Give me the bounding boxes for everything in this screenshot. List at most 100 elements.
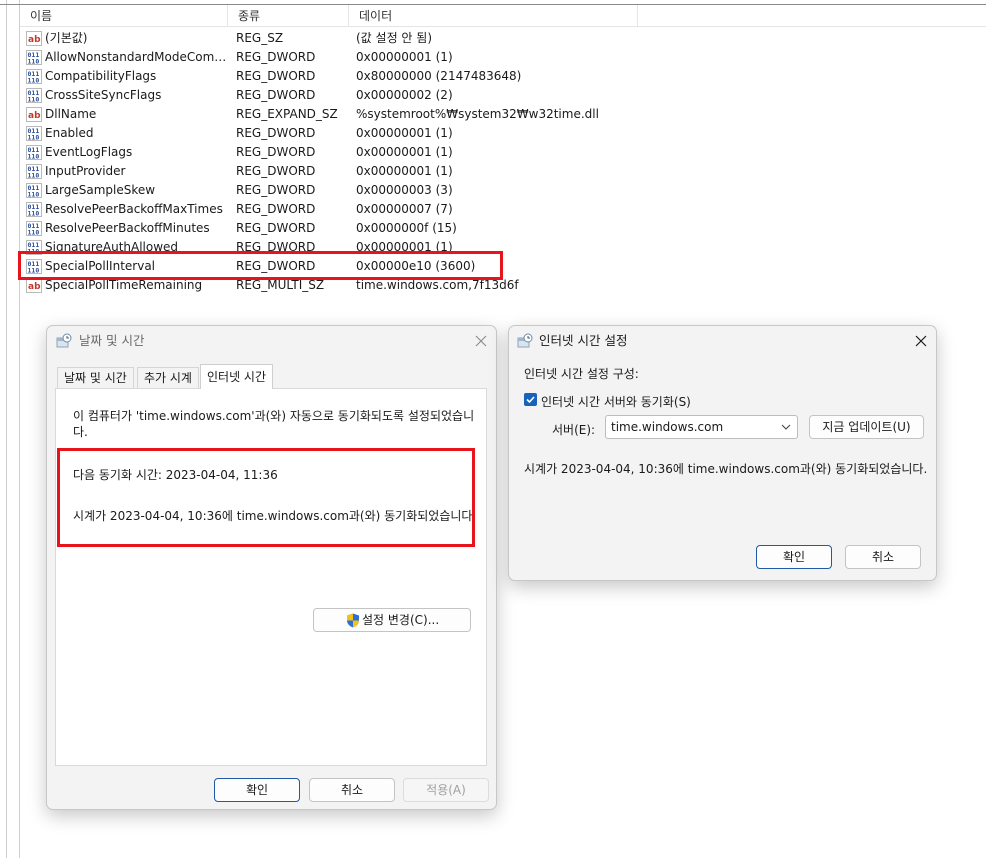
binary-value-icon: 011 110 xyxy=(26,183,42,199)
internet-time-settings-dialog: 인터넷 시간 설정 인터넷 시간 설정 구성: 인터넷 시간 서버와 동기화(S… xyxy=(508,325,937,581)
close-icon[interactable] xyxy=(912,332,930,350)
value-name: ResolvePeerBackoffMinutes xyxy=(45,221,210,235)
sync-checkbox-label[interactable]: 인터넷 시간 서버와 동기화(S) xyxy=(541,393,691,410)
binary-value-icon: 011 110 xyxy=(26,69,42,85)
value-data: 0x00000001 (1) xyxy=(356,126,453,140)
value-type: REG_DWORD xyxy=(236,183,316,197)
svg-text:ab: ab xyxy=(28,111,41,121)
internet-time-titlebar[interactable]: 인터넷 시간 설정 xyxy=(509,326,936,356)
column-header-name[interactable]: 이름 xyxy=(20,5,228,27)
close-icon[interactable] xyxy=(472,332,490,350)
value-type: REG_DWORD xyxy=(236,88,316,102)
tree-pane-edge xyxy=(0,0,20,858)
value-type: REG_DWORD xyxy=(236,69,316,83)
binary-value-icon: 011 110 xyxy=(26,145,42,161)
registry-row[interactable]: 011 110 ResolvePeerBackoffMinutes REG_DWORD… xyxy=(26,219,726,238)
value-data: 0x00000002 (2) xyxy=(356,88,453,102)
splitter[interactable] xyxy=(19,0,20,858)
svg-text:ab: ab xyxy=(28,282,41,292)
binary-value-icon: 011 110 xyxy=(26,164,42,180)
svg-text:110: 110 xyxy=(28,134,40,142)
value-name: EventLogFlags xyxy=(45,145,133,159)
svg-text:110: 110 xyxy=(28,153,40,161)
registry-row[interactable]: ab DllName REG_EXPAND_SZ %systemroot%₩syste… xyxy=(26,105,726,124)
value-name: AllowNonstandardModeCombin... xyxy=(45,50,233,64)
date-time-title: 날짜 및 시간 xyxy=(79,333,145,348)
binary-value-icon: 011 110 xyxy=(26,50,42,66)
chevron-down-icon[interactable] xyxy=(781,423,791,431)
tab-internet-time[interactable]: 인터넷 시간 xyxy=(200,364,274,389)
registry-list-header: 이름 종류 데이터 xyxy=(20,5,986,27)
column-header-data[interactable]: 데이터 xyxy=(349,5,638,27)
internet-time-panel: 이 컴퓨터가 'time.windows.com'과(와) 자동으로 동기화되도… xyxy=(55,388,487,766)
string-value-icon: ab xyxy=(26,107,42,122)
svg-text:110: 110 xyxy=(28,229,40,237)
value-name: InputProvider xyxy=(45,164,126,178)
sync-configured-message: 이 컴퓨터가 'time.windows.com'과(와) 자동으로 동기화되도… xyxy=(73,409,475,439)
value-name: DllName xyxy=(45,107,97,121)
tab-additional-clocks[interactable]: 추가 시계 xyxy=(137,367,199,388)
internet-time-title: 인터넷 시간 설정 xyxy=(539,333,628,348)
value-data: (값 설정 안 됨) xyxy=(356,31,433,45)
value-type: REG_DWORD xyxy=(236,164,316,178)
sync-checkbox[interactable] xyxy=(524,393,537,406)
value-type: REG_DWORD xyxy=(236,50,316,64)
cancel-button[interactable]: 취소 xyxy=(309,778,395,802)
registry-row[interactable]: 011 110 CompatibilityFlags REG_DWORD 0x80000… xyxy=(26,67,726,86)
uac-shield-icon xyxy=(347,613,359,628)
date-time-control-panel-icon xyxy=(56,333,72,348)
registry-row[interactable]: 011 110 InputProvider REG_DWORD 0x00000001 (… xyxy=(26,162,726,181)
highlight-box-sync-info xyxy=(57,448,475,547)
svg-text:110: 110 xyxy=(28,210,40,218)
svg-text:110: 110 xyxy=(28,58,40,66)
value-name: Enabled xyxy=(45,126,94,140)
update-now-button[interactable]: 지금 업데이트(U) xyxy=(809,415,924,439)
registry-row[interactable]: 011 110 CrossSiteSyncFlags REG_DWORD 0x00000… xyxy=(26,86,726,105)
column-header-type[interactable]: 종류 xyxy=(228,5,349,27)
svg-text:110: 110 xyxy=(28,172,40,180)
registry-row[interactable]: ab (기본값) REG_SZ (값 설정 안 됨) xyxy=(26,29,726,48)
svg-text:110: 110 xyxy=(28,77,40,85)
value-name: CompatibilityFlags xyxy=(45,69,157,83)
binary-value-icon: 011 110 xyxy=(26,221,42,237)
value-name: LargeSampleSkew xyxy=(45,183,156,197)
value-type: REG_SZ xyxy=(236,31,284,45)
value-data: 0x00000001 (1) xyxy=(356,50,453,64)
value-data: 0x80000000 (2147483648) xyxy=(356,69,522,83)
apply-button: 적용(A) xyxy=(403,778,489,802)
registry-row[interactable]: 011 110 AllowNonstandardModeCombin... REG_D… xyxy=(26,48,726,67)
server-combobox[interactable]: time.windows.com xyxy=(605,415,798,439)
value-name: (기본값) xyxy=(45,31,88,45)
ok-button[interactable]: 확인 xyxy=(214,778,300,802)
server-value: time.windows.com xyxy=(611,420,724,434)
date-time-titlebar[interactable]: 날짜 및 시간 xyxy=(47,326,496,356)
value-name: CrossSiteSyncFlags xyxy=(45,88,162,102)
value-data: 0x00000007 (7) xyxy=(356,202,453,216)
value-type: REG_DWORD xyxy=(236,145,316,159)
value-data: %systemroot%₩system32₩w32time.dll xyxy=(356,107,599,121)
value-data: 0x00000001 (1) xyxy=(356,164,453,178)
binary-value-icon: 011 110 xyxy=(26,126,42,142)
registry-row[interactable]: 011 110 LargeSampleSkew REG_DWORD 0x00000003… xyxy=(26,181,726,200)
value-type: REG_DWORD xyxy=(236,221,316,235)
registry-row[interactable]: 011 110 Enabled REG_DWORD 0x00000001 (1) xyxy=(26,124,726,143)
tree-pane-border xyxy=(6,0,7,858)
svg-text:110: 110 xyxy=(28,96,40,104)
change-settings-label: 설정 변경(C)... xyxy=(362,613,440,627)
value-data: 0x00000001 (1) xyxy=(356,145,453,159)
value-type: REG_DWORD xyxy=(236,202,316,216)
ok-button[interactable]: 확인 xyxy=(756,545,832,569)
registry-row[interactable]: 011 110 ResolvePeerBackoffMaxTimes REG_DWOR… xyxy=(26,200,726,219)
sync-status-text: 시계가 2023-04-04, 10:36에 time.windows.com과… xyxy=(524,462,928,476)
registry-row[interactable]: 011 110 EventLogFlags REG_DWORD 0x00000001 (… xyxy=(26,143,726,162)
value-type: REG_EXPAND_SZ xyxy=(236,107,338,121)
value-name: ResolvePeerBackoffMaxTimes xyxy=(45,202,223,216)
highlight-box-special-poll-interval xyxy=(18,251,503,280)
cancel-button[interactable]: 취소 xyxy=(845,545,921,569)
binary-value-icon: 011 110 xyxy=(26,88,42,104)
tab-date-and-time[interactable]: 날짜 및 시간 xyxy=(57,367,134,388)
string-value-icon: ab xyxy=(26,31,42,46)
value-data: 0x00000003 (3) xyxy=(356,183,453,197)
svg-text:ab: ab xyxy=(28,35,41,45)
change-settings-button[interactable]: 설정 변경(C)... xyxy=(313,608,471,632)
